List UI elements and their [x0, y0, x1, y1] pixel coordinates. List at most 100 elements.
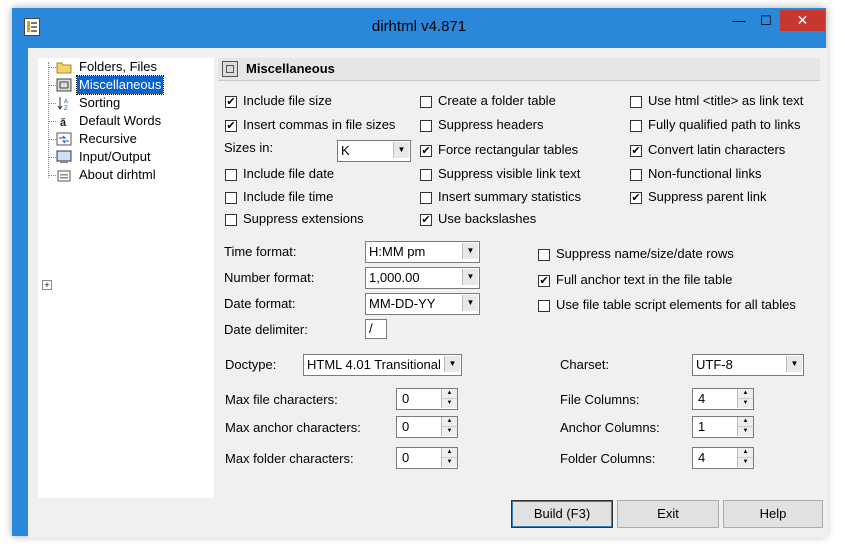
panel-icon: [222, 61, 238, 77]
title-bar[interactable]: dirhtml v4.871 — ☐ ✕: [12, 8, 826, 48]
tree-item-label: Folders, Files: [79, 59, 158, 74]
stepper-value: 0: [402, 391, 410, 406]
spin-up-icon[interactable]: ▲: [441, 389, 457, 399]
time-format-select[interactable]: H:MM pm ▼: [365, 241, 480, 263]
checkbox-box[interactable]: [538, 300, 550, 312]
checkbox-box[interactable]: [420, 120, 432, 132]
svg-text:Z: Z: [64, 106, 68, 111]
sizes-in-select[interactable]: K ▼: [337, 140, 411, 162]
anchor-columns-stepper[interactable]: 1 ▲ ▼: [692, 416, 754, 438]
number-format-label: Number format:: [224, 270, 315, 285]
svg-text:A: A: [64, 99, 68, 105]
checkbox-box[interactable]: [538, 249, 550, 261]
spin-down-icon[interactable]: ▼: [441, 399, 457, 408]
file-columns-stepper[interactable]: 4 ▲ ▼: [692, 388, 754, 410]
max-file-characters-label: Max file characters:: [225, 392, 338, 407]
checkbox-box[interactable]: ✔: [538, 275, 550, 287]
folder-columns-stepper[interactable]: 4 ▲ ▼: [692, 447, 754, 469]
checkbox-box[interactable]: [630, 96, 642, 108]
section-tree[interactable]: Folders, Files Miscellaneous AZ Sorting …: [38, 58, 214, 498]
spin-up-icon[interactable]: ▲: [441, 448, 457, 458]
tree-connector: [48, 121, 56, 122]
checkbox-label: Include file date: [243, 166, 335, 181]
tree-connector: [48, 67, 56, 68]
tree-item-label: Recursive: [79, 131, 137, 146]
checkbox-label: Create a folder table: [438, 93, 556, 108]
checkbox-label: Use backslashes: [438, 211, 537, 226]
tree-connector: [48, 85, 56, 86]
checkbox-label: Fully qualified path to links: [648, 117, 801, 132]
checkbox-label: Use html <title> as link text: [648, 93, 804, 108]
date-format-label: Date format:: [224, 296, 296, 311]
time-format-label: Time format:: [224, 244, 297, 259]
stepper-value: 4: [698, 391, 706, 406]
checkbox-label: Insert summary statistics: [438, 189, 582, 204]
spin-up-icon[interactable]: ▲: [737, 389, 753, 399]
charset-select[interactable]: UTF-8 ▼: [692, 354, 804, 376]
spin-down-icon[interactable]: ▼: [737, 458, 753, 467]
spin-down-icon[interactable]: ▼: [737, 427, 753, 436]
number-format-select[interactable]: 1,000.00 ▼: [365, 267, 480, 289]
select-value: H:MM pm: [369, 244, 426, 259]
tree-expander[interactable]: +: [42, 280, 52, 290]
tree-item-label: Miscellaneous: [75, 75, 165, 95]
checkbox-box[interactable]: ✔: [225, 96, 237, 108]
select-value: K: [341, 143, 350, 158]
file-columns-label: File Columns:: [560, 392, 640, 407]
html-icon: [57, 170, 71, 182]
spin-up-icon[interactable]: ▲: [441, 417, 457, 427]
app-window: dirhtml v4.871 — ☐ ✕ Folders, Files Misc…: [12, 8, 828, 538]
panel-icon: [56, 78, 72, 92]
spin-down-icon[interactable]: ▼: [737, 399, 753, 408]
max-anchor-characters-stepper[interactable]: 0 ▲ ▼: [396, 416, 458, 438]
checkbox-box[interactable]: [225, 214, 237, 226]
chevron-down-icon[interactable]: ▼: [462, 269, 478, 285]
exit-button[interactable]: Exit: [617, 500, 719, 528]
panel-header: Miscellaneous: [218, 58, 820, 81]
checkbox-label: Include file time: [243, 189, 334, 204]
checkbox-box[interactable]: ✔: [420, 145, 432, 157]
help-button[interactable]: Help: [723, 500, 823, 528]
checkbox-box[interactable]: ✔: [225, 120, 237, 132]
spin-up-icon[interactable]: ▲: [737, 417, 753, 427]
spin-down-icon[interactable]: ▼: [441, 458, 457, 467]
window-title: dirhtml v4.871: [371, 18, 467, 35]
tree-connector: [48, 139, 56, 140]
checkbox-label: Convert latin characters: [648, 142, 786, 157]
select-value: HTML 4.01 Transitional: [307, 357, 441, 372]
checkbox-box[interactable]: [225, 192, 237, 204]
tree-item-label: Sorting: [79, 95, 121, 110]
checkbox-box[interactable]: [420, 192, 432, 204]
tree-item-label: Input/Output: [79, 149, 151, 164]
date-delimiter-input[interactable]: /: [365, 319, 387, 339]
checkbox-box[interactable]: [630, 169, 642, 181]
checkbox-box[interactable]: ✔: [630, 145, 642, 157]
chevron-down-icon[interactable]: ▼: [462, 295, 478, 311]
date-format-select[interactable]: MM-DD-YY ▼: [365, 293, 480, 315]
chevron-down-icon[interactable]: ▼: [786, 356, 802, 372]
max-folder-characters-stepper[interactable]: 0 ▲ ▼: [396, 447, 458, 469]
close-button[interactable]: ✕: [780, 10, 825, 31]
chevron-down-icon[interactable]: ▼: [444, 356, 460, 372]
tree-connector: [48, 62, 49, 178]
checkbox-box[interactable]: [420, 169, 432, 181]
maximize-button[interactable]: ☐: [753, 10, 779, 31]
checkbox-box[interactable]: [420, 96, 432, 108]
doctype-select[interactable]: HTML 4.01 Transitional ▼: [303, 354, 462, 376]
select-value: 1,000.00: [369, 270, 420, 285]
spin-up-icon[interactable]: ▲: [737, 448, 753, 458]
recursive-icon: [56, 132, 72, 146]
checkbox-box[interactable]: ✔: [420, 214, 432, 226]
checkbox-box[interactable]: [225, 169, 237, 181]
minimize-button[interactable]: —: [726, 10, 752, 31]
words-icon: ă: [60, 117, 67, 129]
tree-connector: [48, 175, 56, 176]
chevron-down-icon[interactable]: ▼: [462, 243, 478, 259]
checkbox-label: Full anchor text in the file table: [556, 272, 733, 287]
spin-down-icon[interactable]: ▼: [441, 427, 457, 436]
max-file-characters-stepper[interactable]: 0 ▲ ▼: [396, 388, 458, 410]
build-button[interactable]: Build (F3): [511, 500, 613, 528]
chevron-down-icon[interactable]: ▼: [393, 142, 409, 158]
checkbox-box[interactable]: [630, 120, 642, 132]
checkbox-box[interactable]: ✔: [630, 192, 642, 204]
